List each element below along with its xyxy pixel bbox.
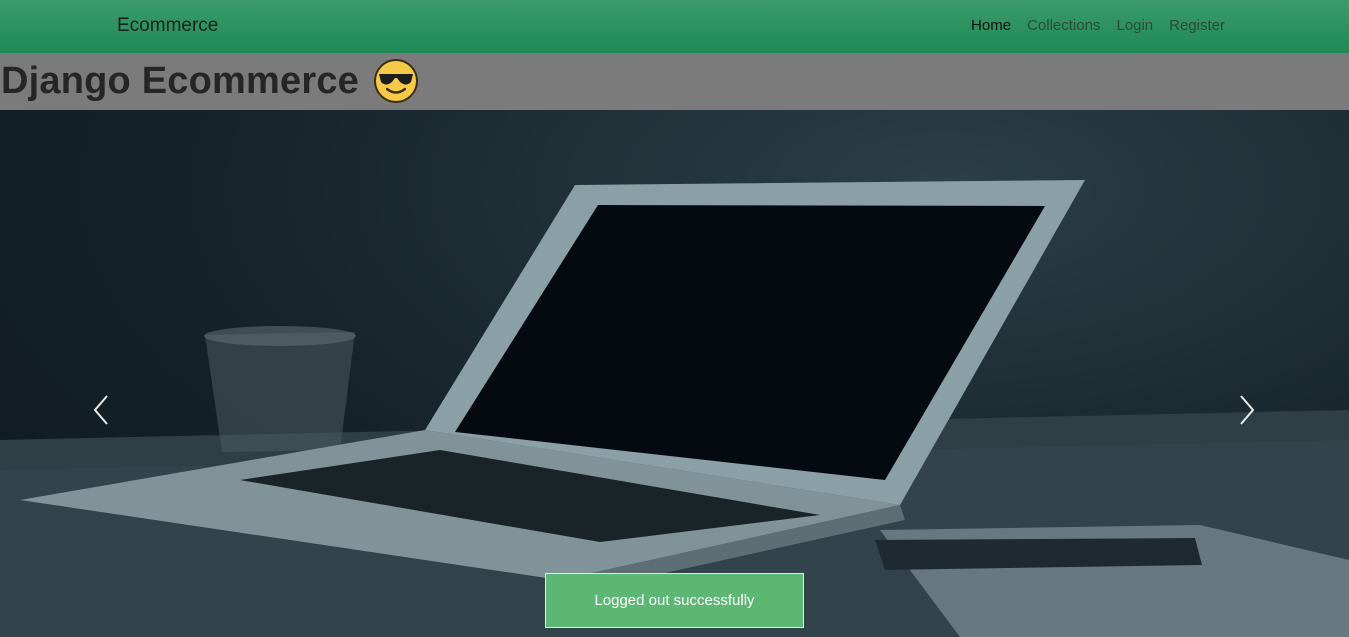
smiling-face-with-sunglasses-icon — [373, 58, 419, 104]
carousel-next-button[interactable] — [1227, 380, 1267, 440]
carousel-prev-button[interactable] — [81, 380, 121, 440]
nav-link-collections[interactable]: Collections — [1027, 17, 1100, 34]
page-title: Django Ecommerce — [1, 58, 419, 104]
carousel-caption-text: ... — [669, 630, 680, 637]
navbar-brand[interactable]: Ecommerce — [117, 15, 218, 37]
laptop-image — [0, 180, 1349, 637]
logout-toast: Logged out successfully — [545, 573, 804, 628]
chevron-left-icon — [93, 395, 108, 425]
navbar: Ecommerce Home Collections Login Registe… — [0, 0, 1349, 53]
page-title-text: Django Ecommerce — [1, 59, 359, 102]
chevron-right-icon — [1240, 395, 1255, 425]
nav-link-home[interactable]: Home — [971, 17, 1011, 34]
toast-message: Logged out successfully — [594, 592, 755, 609]
nav-links: Home Collections Login Register — [971, 17, 1225, 34]
nav-link-register[interactable]: Register — [1169, 17, 1225, 34]
hero-carousel: Laptops ... — [0, 110, 1349, 637]
title-bar: Django Ecommerce — [0, 53, 1349, 110]
nav-link-login[interactable]: Login — [1116, 17, 1153, 34]
